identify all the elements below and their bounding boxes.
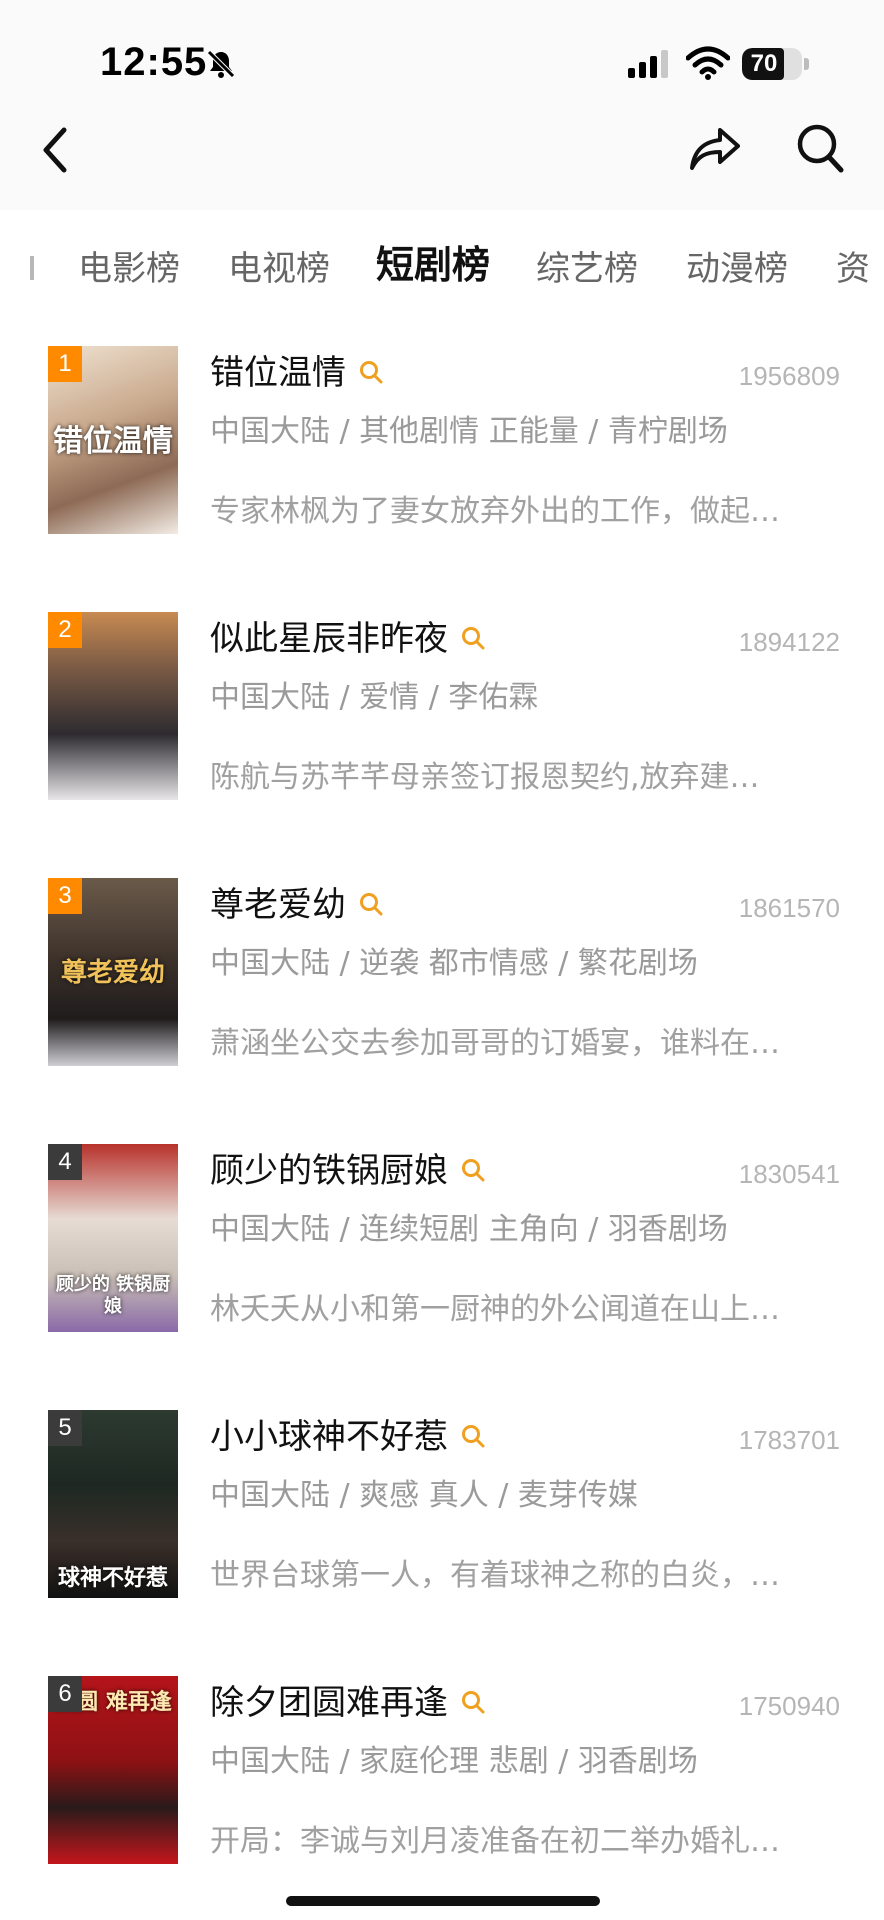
tab-anime[interactable]: 动漫榜 (686, 244, 788, 294)
item-description: 开局：李诚与刘月凌准备在初二举办婚礼… (210, 1824, 780, 1859)
item-title-text: 似此星辰非昨夜 (210, 619, 448, 659)
share-button[interactable] (688, 124, 744, 172)
item-description: 林夭夭从小和第一厨神的外公闻道在山上… (210, 1292, 780, 1327)
rank-badge: 1 (48, 346, 82, 382)
home-indicator[interactable] (286, 1896, 600, 1906)
back-button[interactable] (34, 120, 74, 180)
list-item[interactable]: 错位温情 1 错位温情 1956809 中国大陆 / 其他剧情 正能量 / 青柠… (0, 340, 884, 540)
poster-title-text: 尊老爱幼 (60, 958, 165, 988)
item-title-text: 错位温情 (210, 353, 346, 393)
battery-percent: 70 (750, 50, 778, 77)
hot-score: 1830541 (738, 1159, 840, 1189)
item-title[interactable]: 小小球神不好惹 (210, 1414, 486, 1460)
item-title[interactable]: 尊老爱幼 (210, 882, 384, 928)
rank-badge: 3 (48, 878, 82, 914)
item-title-text: 小小球神不好惹 (210, 1417, 448, 1457)
search-button[interactable] (794, 120, 846, 176)
poster-title-text: 错位温情 (53, 424, 173, 459)
item-meta: 中国大陆 / 其他剧情 正能量 / 青柠剧场 (210, 414, 728, 449)
search-icon[interactable] (460, 1157, 486, 1183)
list-item[interactable]: 顾少的 铁锅厨娘 4 顾少的铁锅厨娘 1830541 中国大陆 / 连续短剧 主… (0, 1138, 884, 1338)
item-meta: 中国大陆 / 爱情 / 李佑霖 (210, 680, 539, 715)
rank-badge: 5 (48, 1410, 82, 1446)
list-item[interactable]: 团圆 难再逢 6 除夕团圆难再逢 1750940 中国大陆 / 家庭伦理 悲剧 … (0, 1670, 884, 1870)
search-icon[interactable] (358, 359, 384, 385)
search-icon[interactable] (460, 625, 486, 651)
item-description: 陈航与苏芊芊母亲签订报恩契约,放弃建… (210, 760, 760, 795)
tab-next-partial[interactable]: 资 (836, 244, 884, 294)
tab-short-drama[interactable]: 短剧榜 (376, 240, 490, 290)
item-title[interactable]: 似此星辰非昨夜 (210, 616, 486, 662)
tab-scroll-edge (30, 256, 34, 280)
hot-score: 1956809 (738, 361, 840, 391)
nav-bar (0, 120, 884, 210)
item-meta: 中国大陆 / 爽感 真人 / 麦芽传媒 (210, 1478, 638, 1513)
poster-title-text: 顾少的 铁锅厨娘 (55, 1274, 171, 1317)
status-bar: 12:55 70 (0, 0, 884, 120)
bell-muted-icon (207, 50, 235, 78)
search-icon[interactable] (460, 1689, 486, 1715)
item-title[interactable]: 错位温情 (210, 350, 384, 396)
tab-movie[interactable]: 电影榜 (78, 244, 180, 294)
item-title-text: 顾少的铁锅厨娘 (210, 1151, 448, 1191)
hot-score: 1750940 (738, 1691, 840, 1721)
hot-score: 1894122 (738, 627, 840, 657)
list-item[interactable]: 2 似此星辰非昨夜 1894122 中国大陆 / 爱情 / 李佑霖 陈航与苏芊芊… (0, 606, 884, 806)
item-description: 世界台球第一人，有着球神之称的白炎，… (210, 1558, 780, 1593)
item-title[interactable]: 除夕团圆难再逢 (210, 1680, 486, 1726)
wifi-icon (686, 46, 730, 80)
poster-title-text: 球神不好惹 (57, 1565, 168, 1591)
rank-badge: 2 (48, 612, 82, 648)
list-item[interactable]: 球神不好惹 5 小小球神不好惹 1783701 中国大陆 / 爽感 真人 / 麦… (0, 1404, 884, 1604)
battery-tip (804, 58, 809, 70)
tab-variety[interactable]: 综艺榜 (536, 244, 638, 294)
tab-tv[interactable]: 电视榜 (228, 244, 330, 294)
list-item[interactable]: 尊老爱幼 3 尊老爱幼 1861570 中国大陆 / 逆袭 都市情感 / 繁花剧… (0, 872, 884, 1072)
rank-badge: 4 (48, 1144, 82, 1180)
hot-score: 1861570 (738, 893, 840, 923)
item-title-text: 尊老爱幼 (210, 885, 346, 925)
item-meta: 中国大陆 / 连续短剧 主角向 / 羽香剧场 (210, 1212, 728, 1247)
battery-indicator: 70 (742, 48, 802, 80)
hot-score: 1783701 (738, 1425, 840, 1455)
search-icon[interactable] (460, 1423, 486, 1449)
item-description: 专家林枫为了妻女放弃外出的工作，做起… (210, 494, 780, 529)
item-title[interactable]: 顾少的铁锅厨娘 (210, 1148, 486, 1194)
item-meta: 中国大陆 / 逆袭 都市情感 / 繁花剧场 (210, 946, 698, 981)
item-description: 萧涵坐公交去参加哥哥的订婚宴，谁料在… (210, 1026, 780, 1061)
search-icon[interactable] (358, 891, 384, 917)
item-meta: 中国大陆 / 家庭伦理 悲剧 / 羽香剧场 (210, 1744, 698, 1779)
item-title-text: 除夕团圆难再逢 (210, 1683, 448, 1723)
cellular-signal-icon (628, 50, 668, 78)
status-time: 12:55 (100, 40, 208, 84)
rank-badge: 6 (48, 1676, 82, 1712)
